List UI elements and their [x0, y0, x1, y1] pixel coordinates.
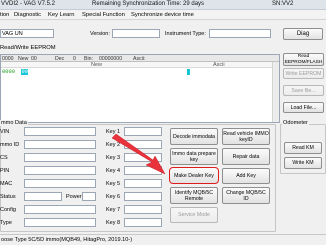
status-text: oose Type 5C/5D immo(MQB49, HitagPro, 20…: [1, 237, 133, 243]
hex-info-header: 0000 New 00 Dec 0 Bin: 00000000 Ascii:: [1, 55, 279, 62]
immo-id-label: mmo ID: [0, 142, 20, 148]
identify-remote-button[interactable]: Identify MQB/5C Remote: [170, 187, 218, 204]
mac-field[interactable]: [24, 179, 96, 188]
hex-dec-value: 0: [73, 55, 76, 62]
key4-label: Key 4: [106, 168, 121, 174]
key2-field[interactable]: [124, 140, 162, 149]
hex-dec-label: Dec: [55, 55, 65, 62]
key3-field[interactable]: [124, 153, 162, 162]
instrument-type-label: Instrument Type:: [165, 31, 206, 37]
hex-col-new: New: [91, 62, 103, 68]
hex-col-ascii: Ascii: [213, 62, 225, 68]
type-label: Type: [0, 220, 12, 226]
load-file-button[interactable]: Load File...: [283, 102, 324, 113]
menu-item-diagnostic[interactable]: Diagnostic: [14, 12, 41, 18]
vehicle-value: VAG UN: [2, 31, 23, 37]
hex-selected-byte[interactable]: 00: [21, 69, 29, 75]
menu-item-special-function[interactable]: Special Function: [82, 12, 125, 18]
pin-field[interactable]: [24, 166, 96, 175]
add-key-button[interactable]: Add Key: [222, 168, 270, 184]
pin-label: PIN: [0, 168, 10, 174]
hex-address: 0000: [2, 55, 14, 62]
immo-prepare-key-button[interactable]: Immo data prepare key: [170, 148, 218, 165]
immo-data-title: mmo Data: [0, 120, 28, 126]
cs-field[interactable]: [24, 153, 96, 162]
write-km-button[interactable]: Write KM: [284, 157, 322, 169]
serial-number: SN:VV2: [272, 1, 294, 7]
status-label: Status: [0, 194, 16, 200]
version-label: Version:: [90, 31, 110, 37]
write-eeprom-button[interactable]: Write EEPROM: [283, 68, 324, 79]
hex-scrollbar[interactable]: [272, 62, 279, 122]
power-label: Power: [66, 194, 82, 200]
odometer-title: Odometer: [282, 120, 309, 126]
hex-editor[interactable]: 0000 New 00 Dec 0 Bin: 00000000 Ascii: N…: [0, 54, 280, 123]
save-file-button[interactable]: Save file...: [283, 85, 324, 96]
title-bar: VVDI2 - VAG V7.5.2 Remaining Synchroniza…: [0, 0, 326, 10]
config-label: Config: [0, 207, 16, 213]
key7-label: Key 7: [106, 207, 121, 213]
read-vehicle-keyid-button[interactable]: Read vehicle IMMO keyID: [222, 128, 270, 145]
key6-field[interactable]: [124, 192, 162, 201]
sync-status: Remaining Synchronization Time: 29 days: [92, 1, 205, 7]
menu-item-sync-time[interactable]: Synchronize device time: [131, 12, 194, 18]
diag-button[interactable]: Diag: [283, 28, 323, 40]
mac-label: MAC: [0, 181, 13, 187]
status-field[interactable]: [24, 192, 62, 201]
app-title: VVDI2 - VAG V7.5.2: [1, 1, 55, 7]
change-id-button[interactable]: Change MQB/5C ID: [222, 187, 270, 204]
vehicle-field[interactable]: VAG UN: [0, 29, 54, 38]
key8-field[interactable]: [124, 218, 162, 227]
key1-label: Key 1: [106, 129, 121, 135]
read-eeprom-button[interactable]: Read EEPROM/FLASH: [283, 53, 324, 66]
version-field[interactable]: [112, 29, 160, 38]
key6-label: Key 6: [106, 194, 121, 200]
key5-label: Key 5: [106, 181, 121, 187]
decode-immodata-button[interactable]: Decode immodata: [170, 128, 218, 145]
menu-item-function[interactable]: tion: [0, 12, 9, 18]
key7-field[interactable]: [124, 205, 162, 214]
repair-data-button[interactable]: Repair data: [222, 148, 270, 165]
service-mode-button[interactable]: Service Mode: [170, 207, 218, 223]
key8-label: Key 8: [106, 220, 121, 226]
key5-field[interactable]: [124, 179, 162, 188]
key2-label: Key 2: [106, 142, 121, 148]
type-field[interactable]: [24, 218, 96, 227]
hex-row-address: 0000: [2, 69, 15, 75]
hex-bin-label: Bin:: [84, 55, 93, 62]
hex-column-header: New Ascii: [1, 62, 279, 68]
hex-mode-label: New: [18, 55, 29, 62]
make-dealer-key-button[interactable]: Make Dealer Key: [169, 167, 219, 184]
config-field[interactable]: [24, 205, 96, 214]
menu-item-key-learn[interactable]: Key Learn: [48, 12, 74, 18]
read-km-button[interactable]: Read KM: [284, 142, 322, 154]
menu-bar: tion Diagnostic Key Learn Special Functi…: [0, 10, 326, 20]
hex-bin-value: 00000000: [99, 55, 123, 62]
vin-label: VIN: [0, 129, 10, 135]
instrument-type-field[interactable]: [209, 29, 271, 38]
cs-label: CS: [0, 155, 8, 161]
power-field[interactable]: [82, 192, 96, 201]
immo-id-field[interactable]: [24, 140, 96, 149]
eeprom-section-title: Read/Write EEPROM: [0, 45, 56, 51]
hex-ascii-label: Ascii:: [133, 55, 146, 62]
key1-field[interactable]: [124, 127, 162, 136]
key4-field[interactable]: [124, 166, 162, 175]
hex-hex-value: 00: [31, 55, 37, 62]
key3-label: Key 3: [106, 155, 121, 161]
ascii-cursor[interactable]: [187, 69, 190, 75]
status-bar: oose Type 5C/5D immo(MQB49, HitagPro, 20…: [0, 234, 326, 245]
vin-field[interactable]: [24, 127, 96, 136]
